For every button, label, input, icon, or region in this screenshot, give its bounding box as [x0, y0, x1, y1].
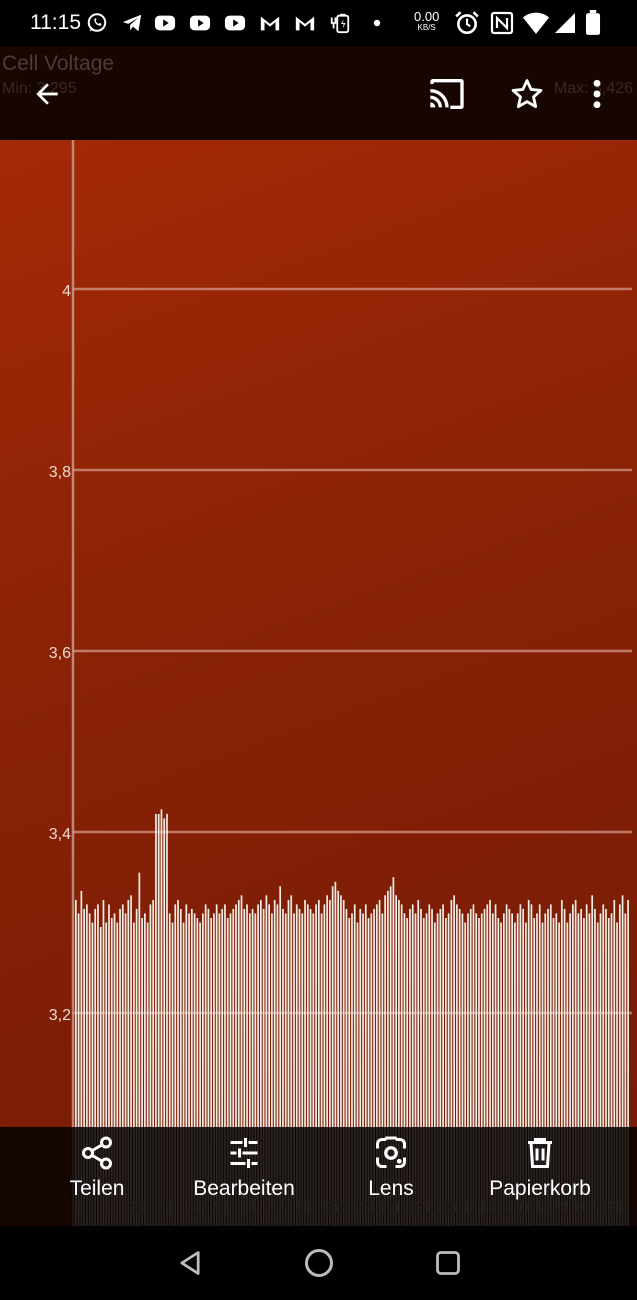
viewer-top-bar: Cell Voltage Min: 3,295 Max: 3,426	[0, 46, 637, 140]
share-label: Teilen	[69, 1177, 125, 1200]
youtube-icon	[154, 15, 176, 31]
youtube-icon	[189, 15, 211, 31]
net-speed-unit: KB/S	[417, 23, 436, 32]
trash-button[interactable]: Papierkorb	[474, 1135, 606, 1215]
trash-icon	[528, 1138, 552, 1168]
alarm-icon	[455, 11, 479, 35]
share-button[interactable]: Teilen	[56, 1135, 138, 1215]
y-tick-label: 4	[62, 283, 71, 300]
edit-button[interactable]: Bearbeiten	[179, 1135, 309, 1215]
back-button[interactable]	[19, 66, 75, 122]
nav-recents-button[interactable]	[426, 1241, 470, 1285]
more-options-button[interactable]	[569, 66, 625, 122]
cast-button[interactable]	[419, 66, 475, 122]
chart-image[interactable]: 43,83,63,43,2 11121314151617181911011111…	[0, 46, 637, 1226]
bar-chart: 43,83,63,43,2 11121314151617181911011111…	[49, 140, 632, 1226]
battery-icon	[585, 10, 601, 35]
nfc-icon	[490, 11, 514, 35]
y-tick-label: 3,2	[49, 1007, 71, 1024]
share-icon	[82, 1136, 112, 1170]
back-triangle-icon	[180, 1251, 200, 1275]
favorite-button[interactable]	[499, 66, 555, 122]
y-tick-label: 3,8	[49, 464, 71, 481]
y-tick-label: 3,4	[49, 826, 71, 843]
battery-charging-icon	[330, 13, 350, 34]
lens-label: Lens	[368, 1177, 414, 1200]
telegram-icon	[122, 14, 142, 32]
cast-icon	[430, 79, 464, 109]
gmail-icon	[260, 16, 280, 31]
home-circle-icon	[305, 1249, 333, 1277]
system-nav-bar	[0, 1227, 637, 1300]
edit-label: Bearbeiten	[193, 1177, 295, 1200]
nav-back-button[interactable]	[168, 1241, 212, 1285]
trash-label: Papierkorb	[489, 1177, 591, 1200]
dot-icon	[373, 19, 381, 27]
net-speed: 0.00 KB/S	[414, 10, 439, 33]
lens-icon	[376, 1136, 406, 1168]
back-arrow-icon	[36, 83, 58, 105]
youtube-icon	[224, 15, 246, 31]
nav-home-button[interactable]	[297, 1241, 341, 1285]
status-bar: 11:15 0.00 KB/S	[0, 0, 637, 46]
tune-icon	[230, 1138, 258, 1168]
star-icon	[511, 79, 543, 109]
signal-icon	[555, 13, 575, 33]
status-time: 11:15	[30, 11, 81, 34]
gmail-icon	[295, 16, 315, 31]
action-bar: Teilen Bearbeiten Lens Papierkorb	[0, 1127, 637, 1227]
recents-square-icon	[436, 1251, 460, 1275]
more-vert-icon	[593, 79, 601, 109]
y-tick-label: 3,6	[49, 645, 71, 662]
wifi-icon	[522, 12, 550, 34]
lens-button[interactable]: Lens	[355, 1135, 427, 1215]
whatsapp-icon	[87, 13, 107, 32]
